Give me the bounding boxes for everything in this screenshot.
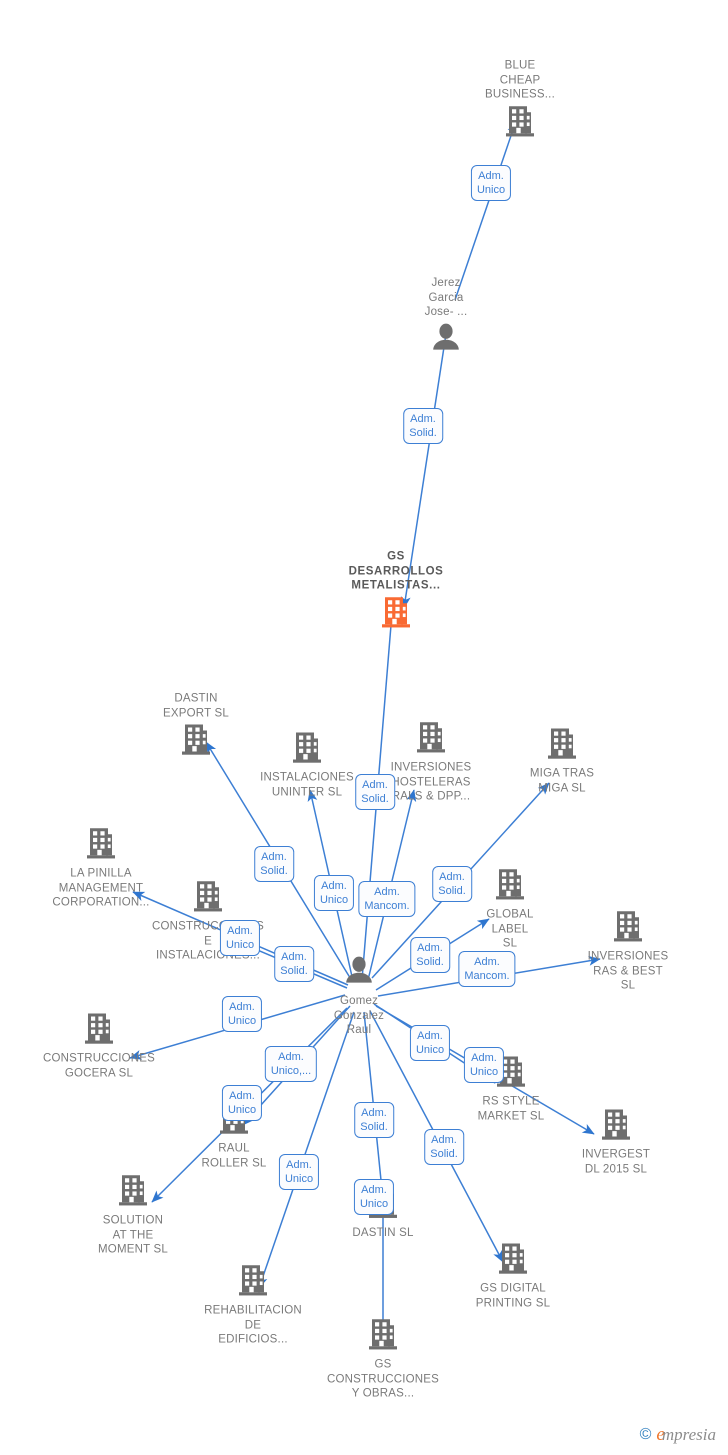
edge-label-adm-mancom[interactable]: Adm. Mancom. — [358, 881, 416, 917]
node-miga-tras-miga-sl[interactable]: MIGA TRAS MIGA SL — [487, 727, 637, 796]
node-label: GS DIGITAL PRINTING SL — [475, 1282, 551, 1310]
building-icon — [436, 1055, 586, 1093]
watermark: © empresia — [640, 1425, 716, 1445]
edge-label-adm-unico[interactable]: Adm. Unico — [221, 1085, 263, 1121]
edge-label-adm-solid[interactable]: Adm. Solid. — [254, 846, 294, 882]
building-icon — [26, 826, 176, 864]
edge-label-adm-unico[interactable]: Adm. Unico — [278, 1154, 320, 1190]
node-solution-at-the-moment-sl[interactable]: SOLUTION AT THE MOMENT SL — [58, 1173, 208, 1257]
node-construcciones-gocera-sl[interactable]: CONSTRUCCIONES GOCERA SL — [24, 1012, 174, 1081]
node-gomez-gonzalez-raul[interactable]: Gomez Gonzalez Raul — [284, 955, 434, 1038]
node-label: Gomez Gonzalez Raul — [333, 994, 385, 1036]
node-label: GS CONSTRUCCIONES Y OBRAS... — [326, 1358, 440, 1400]
node-label: MIGA TRAS MIGA SL — [529, 767, 595, 795]
node-label: DASTIN EXPORT SL — [163, 692, 229, 720]
node-label: INVERSIONES RAS & BEST SL — [587, 950, 669, 992]
node-rehabilitacion-de-edificios[interactable]: REHABILITACION DE EDIFICIOS... — [178, 1263, 328, 1347]
node-blue-cheap-business[interactable]: BLUE CHEAP BUSINESS... — [445, 58, 595, 142]
node-label: SOLUTION AT THE MOMENT SL — [98, 1214, 168, 1256]
edge-label-adm-solid[interactable]: Adm. Solid. — [354, 1102, 394, 1138]
building-icon — [487, 727, 637, 765]
building-icon — [58, 1173, 208, 1211]
node-gs-desarrollos-metalistas[interactable]: GS DESARROLLOS METALISTAS... — [321, 549, 471, 633]
node-invergest-dl-2015-sl[interactable]: INVERGEST DL 2015 SL — [541, 1108, 691, 1177]
node-label: INVERGEST DL 2015 SL — [581, 1148, 651, 1176]
edge-label-adm-unico[interactable]: Adm. Unico — [353, 1179, 395, 1215]
edge-label-adm-solid[interactable]: Adm. Solid. — [403, 408, 443, 444]
edge-label-adm-solid[interactable]: Adm. Solid. — [424, 1129, 464, 1165]
edge-label-adm-unico[interactable]: Adm. Unico — [313, 875, 355, 911]
edge-label-adm-unico[interactable]: Adm. Unico — [221, 996, 263, 1032]
node-gs-digital-printing-sl[interactable]: GS DIGITAL PRINTING SL — [438, 1242, 588, 1311]
edge-label-adm-unico[interactable]: Adm. Unico — [463, 1047, 505, 1083]
building-icon — [308, 1317, 458, 1355]
node-jerez-garcia-jose[interactable]: Jerez Garcia Jose- ... — [371, 276, 521, 359]
building-icon — [178, 1263, 328, 1301]
building-icon — [445, 104, 595, 142]
node-construcciones-e-instalaciones[interactable]: CONSTRUCCIONES E INSTALACIONES... — [133, 879, 283, 963]
person-icon — [284, 955, 434, 992]
building-icon — [541, 1108, 691, 1146]
node-label: DASTIN SL — [352, 1226, 414, 1239]
building-icon — [553, 909, 703, 947]
edge-jerez-garcia-to-blue-cheap — [454, 120, 518, 301]
node-label: REHABILITACION DE EDIFICIOS... — [204, 1304, 302, 1346]
edge-label-adm-unico[interactable]: Adm. Unico — [219, 920, 261, 956]
node-label: CONSTRUCCIONES E INSTALACIONES... — [151, 920, 265, 962]
edge-label-adm-solid[interactable]: Adm. Solid. — [432, 866, 472, 902]
edge-label-adm-solid[interactable]: Adm. Solid. — [355, 774, 395, 810]
edge-label-adm-unico-multi[interactable]: Adm. Unico,... — [264, 1046, 318, 1082]
brand-name: mpresia — [661, 1425, 716, 1444]
person-icon — [371, 321, 521, 358]
edge-label-adm-unico[interactable]: Adm. Unico — [470, 165, 512, 201]
building-icon — [438, 1242, 588, 1280]
edge-label-adm-mancom[interactable]: Adm. Mancom. — [458, 951, 516, 987]
relationship-graph-canvas: BLUE CHEAP BUSINESS... Jerez Garcia Jose… — [0, 0, 728, 1455]
node-label: BLUE CHEAP BUSINESS... — [485, 59, 555, 101]
node-inversiones-ras-best-sl[interactable]: INVERSIONES RAS & BEST SL — [553, 909, 703, 993]
node-gs-construcciones-y-obras[interactable]: GS CONSTRUCCIONES Y OBRAS... — [308, 1317, 458, 1401]
building-icon — [133, 879, 283, 917]
node-label: GS DESARROLLOS METALISTAS... — [348, 550, 444, 592]
building-icon — [356, 720, 506, 758]
building-icon — [24, 1012, 174, 1050]
building-icon — [321, 595, 471, 633]
copyright-icon: © — [639, 1426, 652, 1443]
node-label: Jerez Garcia Jose- ... — [424, 276, 468, 318]
node-label: CONSTRUCCIONES GOCERA SL — [42, 1052, 156, 1080]
